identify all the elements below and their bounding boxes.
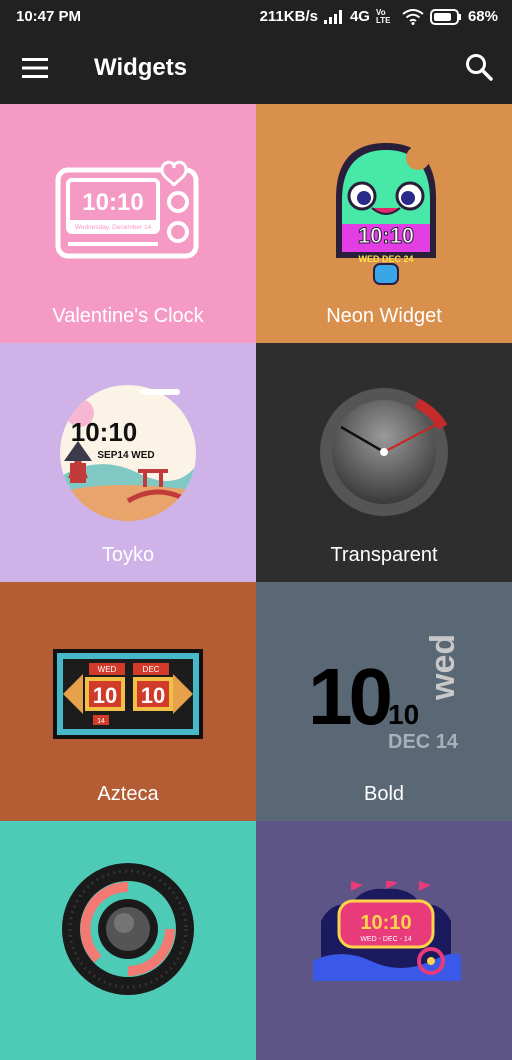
status-bar: 10:47 PM 211KB/s 4G Vo LTE 68%: [0, 0, 512, 34]
valentines-date: Wednesday, December 14: [75, 224, 152, 231]
bold-minute: 10: [388, 699, 419, 730]
toyko-time: 10:10: [71, 417, 138, 447]
signal-icon: [323, 9, 342, 24]
wifi-icon: [402, 8, 424, 25]
app-bar: Widgets: [0, 34, 512, 104]
widget-tile-azteca[interactable]: WED DEC 10 10 14 Azteca: [0, 582, 256, 821]
bold-weekday: wed: [424, 634, 462, 701]
network-type: 4G: [349, 8, 370, 25]
widget-title: Neon Widget: [326, 305, 442, 327]
widget-title: Valentine's Clock: [52, 305, 204, 327]
widget-grid: 10:10 Wednesday, December 14 Valentine's…: [0, 104, 512, 1060]
search-icon[interactable]: [464, 52, 494, 82]
widget-tile-ring[interactable]: [0, 821, 256, 1060]
widget-tile-transparent[interactable]: Transparent: [256, 343, 512, 582]
valentines-time: 10:10: [82, 189, 143, 216]
widget-tile-toyko[interactable]: 10:10 SEP14 WED Toyko: [0, 343, 256, 582]
azteca-left-label: WED: [98, 665, 117, 674]
toyko-preview: 10:10 SEP14 WED: [60, 385, 196, 521]
widget-tile-neon[interactable]: 10:10 WED DEC 24 Neon Widget: [256, 104, 512, 343]
toyko-date: SEP14 WED: [97, 450, 154, 461]
widget-title: Bold: [363, 783, 405, 805]
page-title: Widgets: [94, 54, 188, 81]
widget-tile-carnival[interactable]: 10:10 WED - DEC - 14: [256, 821, 512, 1060]
azteca-day: 14: [97, 718, 105, 725]
widget-title: Transparent: [330, 544, 438, 566]
widget-title: Toyko: [101, 544, 155, 566]
widget-tile-valentines-clock[interactable]: 10:10 Wednesday, December 14 Valentine's…: [0, 104, 256, 343]
battery-icon: [429, 8, 461, 25]
azteca-right-label: DEC: [143, 665, 160, 674]
carnival-time: 10:10: [360, 912, 411, 934]
neon-widget-preview: 10:10 WED DEC 24: [336, 143, 436, 285]
carnival-date: WED - DEC - 14: [360, 936, 411, 943]
azteca-preview: WED DEC 10 10 14: [53, 649, 203, 739]
network-speed: 211KB/s: [259, 8, 318, 25]
neon-time: 10:10: [358, 223, 414, 248]
valentines-clock-preview: 10:10 Wednesday, December 14: [55, 160, 199, 259]
ring-clock-preview: [62, 863, 194, 995]
azteca-minute: 10: [141, 683, 165, 708]
carnival-preview: 10:10 WED - DEC - 14: [313, 881, 461, 981]
bold-hour: 10: [308, 652, 390, 741]
azteca-hour: 10: [93, 683, 117, 708]
bold-preview: 10 10 wed DEC 14: [308, 634, 462, 753]
volte-indicator: Vo LTE: [375, 7, 391, 25]
transparent-clock-preview: [320, 388, 448, 516]
widget-tile-bold[interactable]: 10 10 wed DEC 14 Bold: [256, 582, 512, 821]
bold-date: DEC 14: [388, 731, 459, 753]
battery-level: 68%: [467, 8, 498, 25]
neon-date: WED DEC 24: [358, 254, 413, 264]
status-time: 10:47 PM: [16, 8, 82, 25]
widget-title: Azteca: [97, 783, 159, 805]
status-icons: 211KB/s 4G Vo LTE 68%: [260, 8, 498, 25]
hamburger-menu-icon[interactable]: [22, 56, 50, 80]
